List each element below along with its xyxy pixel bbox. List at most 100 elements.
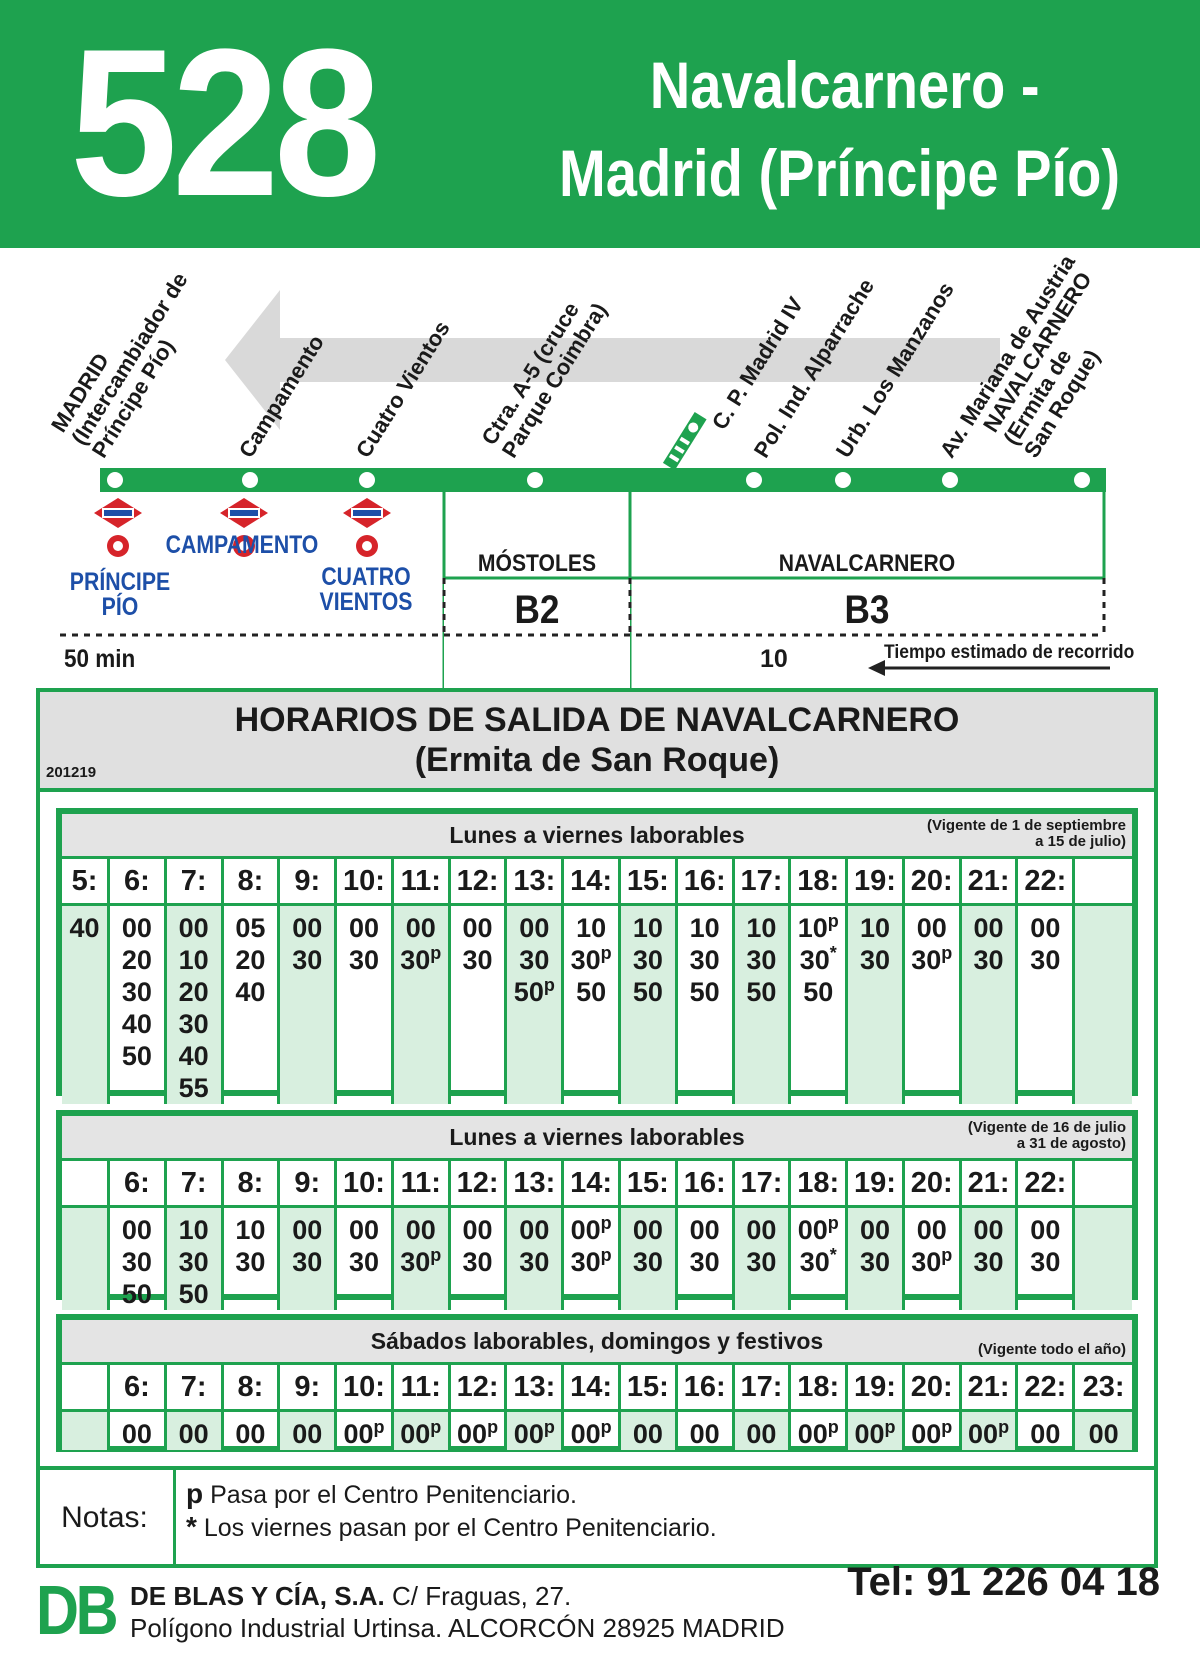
departure-minute: 00 (519, 1215, 550, 1245)
departure-minute: 00 (916, 1215, 947, 1245)
minutes-cell: 10 30 (224, 1208, 281, 1310)
departure-minute: 20 (178, 977, 209, 1007)
timetable-title: HORARIOS DE SALIDA DE NAVALCARNERO (Ermi… (40, 692, 1154, 788)
minutes-cell: 00 30 (961, 1208, 1019, 1310)
minutes-cell: 00 10 20 30 40 55 (166, 906, 224, 1104)
stop-dot (942, 472, 958, 488)
minutes-cell: 00 30 50p (507, 906, 565, 1104)
departure-minute: 30 (292, 945, 323, 975)
departure-minute: 10 (576, 913, 607, 943)
company-name: DE BLAS Y CÍA, S.A. (130, 1581, 385, 1611)
note-symbol: * (186, 1511, 197, 1542)
minutes-cell: 00 (734, 1412, 792, 1450)
departure-minute: 10 (178, 1215, 209, 1245)
minutes-cell: 00p (393, 1412, 451, 1450)
departure-minute: 00p (513, 1417, 555, 1449)
hour-cell: 18: (791, 859, 849, 903)
phone-number: Tel: 91 226 04 18 (847, 1560, 1160, 1604)
minutes-cell: 00 (1018, 1412, 1076, 1450)
departure-minute: 10 (632, 913, 663, 943)
block-header: Lunes a viernes laborables (Vigente de 1… (62, 1116, 1132, 1158)
departure-minute: 00 (632, 1215, 663, 1245)
note-text: Los viernes pasan por el Centro Penitenc… (203, 1514, 717, 1542)
minutes-cell: 00 30 (678, 1208, 735, 1310)
departure-minute: 00 (973, 1215, 1004, 1245)
departure-minute: 00 (121, 1215, 152, 1245)
company-line1: DE BLAS Y CÍA, S.A. C/ Fraguas, 27. (130, 1580, 571, 1612)
minutes-cell (62, 1412, 110, 1450)
departure-minute: 00 (348, 1215, 380, 1245)
departure-minute: 30 (1030, 1247, 1061, 1277)
departure-minute: 00p (797, 1213, 839, 1245)
minutes-cell: 00 30 (280, 906, 338, 1104)
departure-minute: 30 (235, 1247, 266, 1277)
title-divider (40, 788, 1154, 792)
minutes-cell: 00 30p (905, 1208, 962, 1310)
departure-minute: 00 (178, 913, 209, 943)
company-address2: Polígono Industrial Urtinsa. ALCORCÓN 28… (130, 1613, 785, 1643)
departure-minute: 30 (973, 1247, 1004, 1277)
departure-minute: 00 (405, 1215, 436, 1245)
stop-dot (746, 472, 762, 488)
hour-cell: 6: (110, 859, 167, 903)
timetable-code: 201219 (46, 764, 97, 781)
departure-minute: 30p (570, 1245, 612, 1277)
departure-minute: 00 (973, 913, 1004, 943)
hour-cell: 21: (962, 859, 1019, 903)
minutes-row: 40 00 20 30 40 50 00 10 20 30 40 55 05 20 40 00 30 00 30 00… (62, 906, 1132, 1104)
minutes-cell: 00 30 (507, 1208, 565, 1310)
departure-minute: 30 (689, 945, 720, 975)
hour-cell: 20: (905, 1161, 962, 1205)
minutes-cell: 00 30 (734, 1208, 792, 1310)
minutes-cell: 05 20 40 (224, 906, 281, 1104)
departure-minute: 00 (292, 1215, 323, 1245)
minutes-cell: 00 (110, 1412, 167, 1450)
departure-minute: 30 (689, 1247, 720, 1277)
minutes-cell: 00 30 (337, 906, 394, 1104)
hour-cell: 11: (394, 1161, 451, 1205)
hour-cell: 17: (735, 1365, 792, 1409)
departure-minute: 55 (178, 1073, 209, 1103)
minutes-cell: 00p (451, 1412, 508, 1450)
minutes-cell: 00 30 (848, 1208, 905, 1310)
hour-cell: 15: (621, 859, 678, 903)
block-validity: (Vigente de 16 de julio a 31 de agosto) (967, 1119, 1126, 1152)
hour-cell: 12: (451, 1161, 508, 1205)
hour-cell: 9: (280, 1161, 338, 1205)
minutes-cell: 00 20 30 40 50 (110, 906, 167, 1104)
departure-minute: 30* (799, 943, 837, 975)
departure-minute: 00 (746, 1215, 777, 1245)
hour-cell: 13: (507, 859, 565, 903)
minutes-cell: 00p (961, 1412, 1019, 1450)
departure-minute: 00 (859, 1215, 891, 1245)
departure-minute: 30 (1030, 945, 1061, 975)
minutes-cell: 00 30 (451, 906, 508, 1104)
departure-minute: 00p (570, 1213, 612, 1245)
departure-minute: 40 (121, 1009, 152, 1039)
departure-minute: 10 (689, 913, 720, 943)
minutes-cell: 00p 30p (564, 1208, 621, 1310)
minutes-cell: 00 (224, 1412, 281, 1450)
departure-minute: 00 (348, 913, 380, 943)
timetable-block-weekday-regular: Lunes a viernes laborables (Vigente de 1… (56, 808, 1138, 1104)
departure-minute: 00 (746, 1419, 777, 1449)
hour-cell: 17: (735, 859, 792, 903)
departure-minute: 30 (973, 945, 1004, 975)
departure-minute: 10 (859, 913, 891, 943)
minutes-cell: 00p (564, 1412, 621, 1450)
stop-dot (835, 472, 851, 488)
minutes-cell: 00p (791, 1412, 849, 1450)
route-name-line2: Madrid (Príncipe Pío) (558, 136, 1120, 210)
minutes-cell: 00p (337, 1412, 394, 1450)
departure-minute: 30 (746, 945, 777, 975)
hour-cell: 22: (1018, 859, 1076, 903)
departure-minute: 30* (799, 1245, 837, 1277)
departure-minute: 50 (121, 1041, 152, 1071)
hour-cell: 21: (962, 1365, 1019, 1409)
hour-cell (62, 1365, 110, 1409)
hour-row: 6: 7: 8: 9: 10: 11: 12: 13: 14: 15: 16: 17: 18: 19: 20… (62, 1362, 1132, 1412)
hour-cell: 13: (507, 1365, 565, 1409)
company-logo: DB (36, 1571, 119, 1649)
minutes-cell: 00 30 50 (110, 1208, 167, 1310)
hour-cell: 15: (621, 1365, 678, 1409)
